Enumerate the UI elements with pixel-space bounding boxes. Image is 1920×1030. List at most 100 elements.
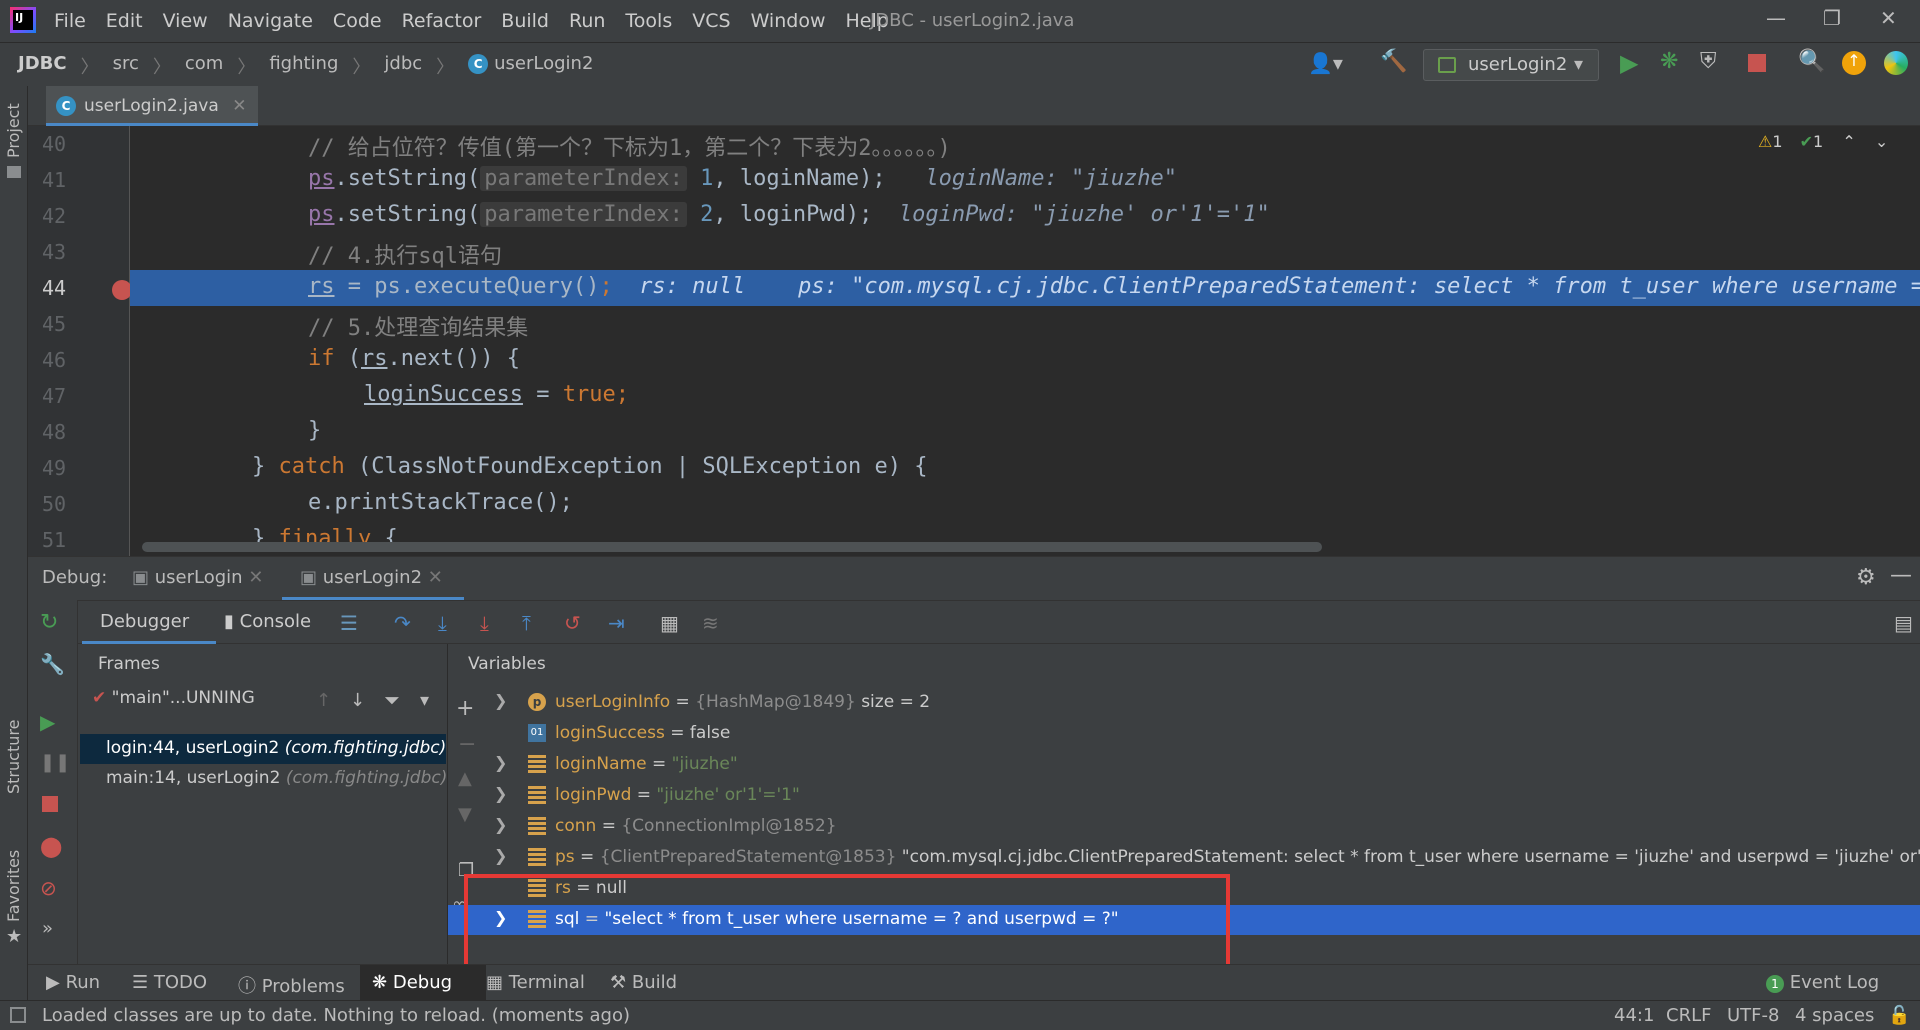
indent-setting[interactable]: 4 spaces: [1795, 1005, 1874, 1026]
stop-icon[interactable]: [1748, 54, 1766, 72]
force-step-into-icon[interactable]: ⤓: [480, 611, 489, 635]
lock-icon[interactable]: 🔓: [1888, 1005, 1910, 1026]
menu-file[interactable]: File: [54, 10, 86, 32]
chevron-right-icon[interactable]: ❯: [494, 691, 507, 710]
breadcrumb-class[interactable]: C userLogin2: [468, 53, 593, 79]
menu-window[interactable]: Window: [751, 10, 826, 32]
trace-stream-icon[interactable]: ≋: [702, 611, 719, 635]
debug-bug-icon[interactable]: ❋: [1660, 49, 1678, 74]
stop-icon[interactable]: [42, 796, 58, 812]
menu-run[interactable]: Run: [569, 10, 605, 32]
chevron-right-icon[interactable]: ❯: [494, 784, 507, 803]
tool-run[interactable]: ▶ Run: [46, 972, 100, 993]
chevron-down-icon[interactable]: ⌄: [1875, 132, 1888, 151]
debug-session-tab-userlogin2[interactable]: ▣ userLogin2 ✕: [300, 567, 443, 588]
structure-tool-tab[interactable]: Structure: [4, 720, 23, 794]
panel-toggle-icon[interactable]: [10, 1007, 26, 1023]
tab-console[interactable]: ▮ Console: [224, 611, 311, 632]
tab-debugger[interactable]: Debugger: [100, 611, 189, 632]
menu-refactor[interactable]: Refactor: [402, 10, 482, 32]
debug-session-tab-userlogin[interactable]: ▣ userLogin ✕: [132, 567, 263, 588]
tool-build[interactable]: ⚒ Build: [610, 972, 677, 993]
menu-navigate[interactable]: Navigate: [228, 10, 313, 32]
pause-icon[interactable]: ❚❚: [40, 752, 70, 773]
chevron-right-icon[interactable]: ❯: [494, 846, 507, 865]
build-hammer-icon[interactable]: 🔨: [1380, 49, 1407, 74]
menu-edit[interactable]: Edit: [106, 10, 143, 32]
minimize-icon[interactable]: —: [1766, 6, 1786, 30]
run-to-cursor-icon[interactable]: ⇥: [608, 611, 625, 635]
layout-settings-icon[interactable]: ▤: [1894, 611, 1913, 635]
restore-icon[interactable]: ❐: [1823, 6, 1841, 30]
user-icon[interactable]: 👤▾: [1308, 51, 1343, 75]
breadcrumb-project[interactable]: JDBC: [18, 53, 67, 79]
editor-tab-userlogin2[interactable]: C userLogin2.java ✕: [46, 86, 259, 126]
line-number: 51: [42, 528, 67, 552]
variable-row-conn[interactable]: ❯ conn = {ConnectionImpl@1852}: [448, 812, 1920, 842]
breadcrumb-jdbc[interactable]: jdbc: [384, 53, 422, 79]
close-window-icon[interactable]: ✕: [1880, 6, 1897, 30]
minimize-panel-icon[interactable]: —: [1890, 563, 1912, 588]
run-icon[interactable]: ▶: [1620, 49, 1638, 77]
close-tab-icon[interactable]: ✕: [232, 96, 246, 116]
tool-terminal[interactable]: ▦ Terminal: [486, 972, 585, 993]
favorites-tool-tab[interactable]: Favorites: [4, 850, 23, 922]
menu-view[interactable]: View: [163, 10, 208, 32]
variable-row-loginpwd[interactable]: ❯ loginPwd = "jiuzhe' or'1'='1": [448, 781, 1920, 811]
gear-icon[interactable]: ⚙: [1856, 565, 1876, 590]
coverage-icon[interactable]: ⛨: [1700, 49, 1717, 74]
frame-row[interactable]: main:14, userLogin2 (com.fighting.jdbc): [80, 764, 447, 794]
field-icon: [528, 848, 546, 866]
wrench-icon[interactable]: 🔧: [40, 652, 65, 676]
breadcrumb-fighting[interactable]: fighting: [269, 53, 338, 79]
mute-breakpoints-icon[interactable]: ⊘: [40, 876, 57, 900]
horizontal-scrollbar[interactable]: [142, 542, 1322, 552]
drop-frame-icon[interactable]: ↺: [564, 611, 581, 635]
menu-build[interactable]: Build: [501, 10, 549, 32]
line-separator[interactable]: CRLF: [1666, 1005, 1711, 1026]
chevron-right-icon[interactable]: ❯: [494, 753, 507, 772]
tool-todo[interactable]: ☰ TODO: [132, 972, 207, 993]
resume-icon[interactable]: ▶: [40, 710, 55, 734]
toolbox-icon[interactable]: [1884, 51, 1908, 75]
variable-row-userlogininfo[interactable]: ❯ p userLoginInfo = {HashMap@1849} size …: [448, 688, 1920, 718]
menu-code[interactable]: Code: [333, 10, 382, 32]
variable-row-ps[interactable]: ❯ ps = {ClientPreparedStatement@1853} "c…: [448, 843, 1920, 873]
update-icon[interactable]: ↑: [1842, 51, 1866, 75]
tool-event-log[interactable]: 1 Event Log: [1766, 972, 1879, 993]
breadcrumb-src[interactable]: src: [113, 53, 139, 79]
code-editor[interactable]: // 给占位符？传值(第一个？下标为1，第二个？下表为2。。。。。。) ps.s…: [130, 126, 1920, 556]
menu-tools[interactable]: Tools: [625, 10, 672, 32]
breakpoint-icon[interactable]: [112, 280, 132, 300]
step-over-icon[interactable]: ↷: [394, 611, 411, 635]
variable-row-loginname[interactable]: ❯ loginName = "jiuzhe": [448, 750, 1920, 780]
step-into-icon[interactable]: ⤓: [438, 611, 447, 635]
evaluate-expression-icon[interactable]: ▦: [660, 611, 679, 635]
frame-row-selected[interactable]: login:44, userLogin2 (com.fighting.jdbc): [80, 734, 446, 764]
tool-problems[interactable]: ⓘ Problems: [238, 972, 345, 998]
close-tab-icon[interactable]: ✕: [428, 567, 443, 588]
frames-list-icon[interactable]: ☰: [340, 611, 358, 635]
chevron-right-icon[interactable]: ❯: [494, 815, 507, 834]
rerun-icon[interactable]: ↻: [40, 610, 58, 635]
filter-icon[interactable]: ⏷: [384, 688, 400, 712]
search-icon[interactable]: 🔍: [1798, 49, 1825, 74]
project-tool-tab[interactable]: Project: [4, 103, 23, 158]
run-configuration-selector[interactable]: userLogin2 ▾: [1423, 49, 1599, 81]
chevron-down-icon[interactable]: ▾: [420, 690, 429, 711]
breadcrumb: JDBC 〉 src 〉 com 〉 fighting 〉 jdbc 〉 C userLo…: [18, 53, 593, 79]
variable-row-loginsuccess[interactable]: 01 loginSuccess = false: [448, 719, 1920, 749]
arrow-up-icon[interactable]: ↑: [316, 690, 331, 711]
tool-debug[interactable]: ❋ Debug: [372, 972, 452, 993]
step-out-icon[interactable]: ⤒: [522, 611, 531, 635]
cursor-position[interactable]: 44:1: [1614, 1005, 1654, 1026]
chevron-up-icon[interactable]: ⌃: [1842, 132, 1855, 151]
view-breakpoints-icon[interactable]: ⬤: [40, 834, 62, 858]
arrow-down-icon[interactable]: ↓: [350, 690, 365, 711]
close-tab-icon[interactable]: ✕: [248, 567, 263, 588]
breadcrumb-com[interactable]: com: [185, 53, 223, 79]
menu-vcs[interactable]: VCS: [692, 10, 730, 32]
file-encoding[interactable]: UTF-8: [1727, 1005, 1779, 1026]
more-icon[interactable]: »: [42, 918, 53, 939]
inspection-widget[interactable]: ⚠1 ✔1 ⌃ ⌄: [1758, 132, 1888, 151]
